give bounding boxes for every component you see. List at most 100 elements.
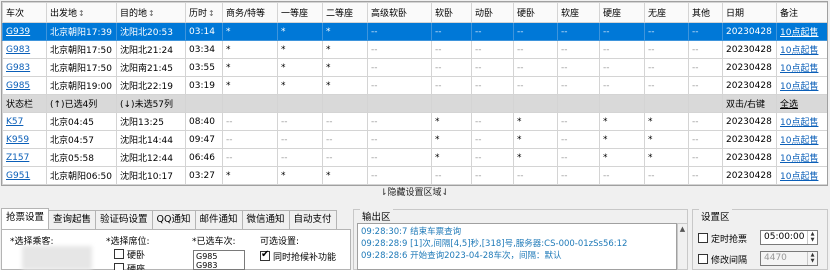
scheduled-grab-option[interactable]: 定时抢票 xyxy=(698,232,747,245)
sort-icon[interactable]: ↕ xyxy=(208,9,215,18)
remark-cell[interactable]: 10点起售 xyxy=(776,130,827,149)
column-header[interactable]: 商务/特等 xyxy=(222,2,278,23)
seat-option-1[interactable]: 硬座 xyxy=(114,262,145,270)
column-header[interactable]: 软座 xyxy=(557,2,600,23)
column-header[interactable]: 历时↕ xyxy=(185,2,223,23)
table-cell: 北京朝阳17:50 xyxy=(46,58,117,77)
tab-4[interactable]: 邮件通知 xyxy=(194,210,243,229)
train-number-cell[interactable]: 状态栏 xyxy=(2,94,47,113)
train-number-cell[interactable]: G983 xyxy=(2,40,47,59)
remark-cell[interactable]: 10点起售 xyxy=(776,148,827,167)
remark-cell[interactable]: 10点起售 xyxy=(776,40,827,59)
output-log[interactable]: 09:28:30:7 结束车票查询 09:28:28:9 [1]次,间隔[4,5… xyxy=(357,223,677,270)
table-cell: * xyxy=(644,148,689,167)
table-cell xyxy=(277,94,323,113)
table-cell: -- xyxy=(471,166,514,185)
table-cell: -- xyxy=(431,76,472,95)
interval-checkbox[interactable] xyxy=(698,254,708,264)
table-cell: 北京朝阳17:50 xyxy=(46,40,117,59)
remark-cell[interactable]: 10点起售 xyxy=(776,166,827,185)
column-header[interactable]: 硬座 xyxy=(599,2,645,23)
seat-checkbox-1[interactable] xyxy=(114,263,124,270)
table-cell: 20230428 xyxy=(722,40,777,59)
selected-train-item[interactable]: G985 xyxy=(196,252,242,261)
output-scrollbar[interactable]: ▲ xyxy=(677,223,688,270)
train-number-cell[interactable]: G939 xyxy=(2,22,47,41)
table-cell: -- xyxy=(322,148,368,167)
interval-input[interactable]: 4470 ▲ ▼ xyxy=(760,251,818,266)
tab-1[interactable]: 查询起售 xyxy=(48,210,97,229)
column-header[interactable]: 目的地↕ xyxy=(116,2,186,23)
hide-settings-splitter[interactable]: ⇂隐藏设置区域⇃ xyxy=(1,187,828,199)
modify-interval-option[interactable]: 修改间隔 xyxy=(698,253,747,266)
column-header[interactable]: 二等座 xyxy=(322,2,368,23)
tab-0[interactable]: 抢票设置 xyxy=(1,208,50,229)
remark-cell[interactable]: 10点起售 xyxy=(776,112,827,131)
selected-train-item[interactable]: G983 xyxy=(196,261,242,269)
table-cell: * xyxy=(277,166,323,185)
train-number-cell[interactable]: G983 xyxy=(2,58,47,77)
scroll-up-icon[interactable]: ▲ xyxy=(678,224,687,234)
spin-buttons-icon[interactable]: ▲ ▼ xyxy=(807,252,817,265)
table-cell: 20230428 xyxy=(722,130,777,149)
table-cell: * xyxy=(322,22,368,41)
status-row[interactable]: 状态栏 (↑)已选4列 (↓)未选57列 双击/右键 全选 xyxy=(2,94,827,113)
table-cell: * xyxy=(277,22,323,41)
passenger-list-redacted[interactable] xyxy=(22,246,92,270)
column-header[interactable]: 高级软卧 xyxy=(367,2,432,23)
column-header[interactable]: 其他 xyxy=(688,2,723,23)
sort-icon[interactable]: ↕ xyxy=(78,9,85,18)
table-cell: * xyxy=(513,130,558,149)
column-header[interactable]: 出发地↕ xyxy=(46,2,117,23)
seat-option-0[interactable]: 硬卧 xyxy=(114,248,145,261)
sort-icon[interactable]: ↕ xyxy=(148,9,155,18)
selected-trains-list[interactable]: G985 G983 xyxy=(193,250,245,270)
train-number-cell[interactable]: G951 xyxy=(2,166,47,185)
train-number-cell[interactable]: K57 xyxy=(2,112,47,131)
table-row[interactable]: Z157 北京05:58 沈阳北12:44 06:46 -- -- -- -- * -- * -- * *… xyxy=(2,148,827,167)
column-header[interactable]: 一等座 xyxy=(277,2,323,23)
train-number-cell[interactable]: G985 xyxy=(2,76,47,95)
column-header[interactable]: 动卧 xyxy=(471,2,514,23)
remark-cell[interactable]: 10点起售 xyxy=(776,76,827,95)
column-header[interactable]: 日期 xyxy=(722,2,777,23)
simultaneous-waitlist-option[interactable]: 同时抢候补功能 xyxy=(260,249,336,263)
table-cell: 08:40 xyxy=(185,112,223,131)
column-header[interactable]: 无座 xyxy=(644,2,689,23)
table-cell: * xyxy=(322,40,368,59)
settings-group: 设置区 定时抢票 05:00:00 ▲ ▼ 修改间隔 4470 ▲ ▼ xyxy=(692,209,828,270)
train-number-cell[interactable]: K959 xyxy=(2,130,47,149)
table-row[interactable]: G983 北京朝阳17:50 沈阳北21:24 03:34 * * * -- -- -- -- -- -… xyxy=(2,40,827,59)
remark-cell[interactable]: 10点起售 xyxy=(776,58,827,77)
table-row[interactable]: G983 北京朝阳17:50 沈阳南21:45 03:55 * * * -- -- -- -- -- -… xyxy=(2,58,827,77)
tab-2[interactable]: 验证码设置 xyxy=(95,210,153,229)
scheduled-checkbox[interactable] xyxy=(698,233,708,243)
table-cell: * xyxy=(322,58,368,77)
train-grid[interactable]: 车次 出发地↕ 目的地↕ 历时↕ 商务/特等 一等座 二等座 高级软卧 软卧 动卧 硬卧 软座 硬座 无座… xyxy=(1,1,828,186)
tab-5[interactable]: 微信通知 xyxy=(241,210,290,229)
column-header[interactable]: 备注 xyxy=(776,2,827,23)
table-cell: -- xyxy=(557,130,600,149)
seat-checkbox-0[interactable] xyxy=(114,249,124,259)
spin-buttons-icon[interactable]: ▲ ▼ xyxy=(807,231,817,244)
tab-3[interactable]: QQ通知 xyxy=(151,210,196,229)
table-cell: -- xyxy=(367,76,432,95)
simultaneous-checkbox[interactable] xyxy=(260,249,270,261)
table-cell: -- xyxy=(431,58,472,77)
train-number-cell[interactable]: Z157 xyxy=(2,148,47,167)
table-row[interactable]: K959 北京04:57 沈阳北14:44 09:47 -- -- -- -- * -- * -- * *… xyxy=(2,130,827,149)
column-header[interactable]: 车次 xyxy=(2,2,47,23)
table-row[interactable]: G951 北京朝阳06:50 沈阳北10:17 03:27 * * * -- -- -- -- -- -… xyxy=(2,166,827,185)
table-row[interactable]: G939 北京朝阳17:39 沈阳北20:53 03:14 * * * -- -- -- -- -- -… xyxy=(2,22,827,41)
table-row[interactable]: K57 北京04:45 沈阳13:25 08:40 -- -- -- -- * -- * -- * * --… xyxy=(2,112,827,131)
output-title: 输出区 xyxy=(360,209,393,223)
column-header[interactable]: 软卧 xyxy=(431,2,472,23)
remark-cell[interactable]: 全选 xyxy=(776,94,827,113)
column-header[interactable]: 硬卧 xyxy=(513,2,558,23)
table-cell: -- xyxy=(367,112,432,131)
table-cell: -- xyxy=(644,76,689,95)
tab-6[interactable]: 自动支付 xyxy=(288,210,337,229)
scheduled-time-input[interactable]: 05:00:00 ▲ ▼ xyxy=(760,230,818,245)
remark-cell[interactable]: 10点起售 xyxy=(776,22,827,41)
table-row[interactable]: G985 北京朝阳19:00 沈阳北22:19 03:19 * * * -- -- -- -- -- -… xyxy=(2,76,827,95)
